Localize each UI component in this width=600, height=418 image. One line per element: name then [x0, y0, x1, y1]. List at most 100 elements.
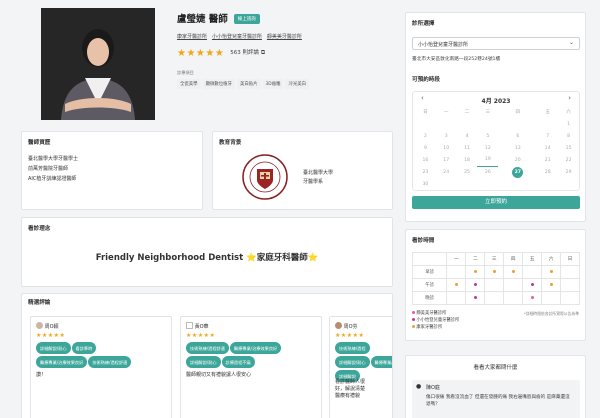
- qa-item[interactable]: ● 陳O庭 傷口很痛 我看沒流血了 但還在發腫的痛 我右邊嘴唇與齒的 是麻藥還沒…: [412, 380, 580, 418]
- clinic-dot: [530, 295, 534, 299]
- calendar-day: 12: [484, 145, 491, 151]
- calendar-day: 29: [565, 169, 572, 175]
- calendar-day: 2: [423, 133, 427, 139]
- clinic-select-value: 小小怡登兒童牙醫診所: [418, 42, 469, 48]
- service-tag: 美白貼片: [236, 79, 261, 89]
- review-tag: 技術熟練/過程舒適: [186, 342, 229, 354]
- qa-card: 看看大家都問什麼 ● 陳O庭 傷口很痛 我看沒流血了 但還在發腫的痛 我右邊嘴唇…: [405, 355, 586, 418]
- clinic-dot: [492, 269, 496, 273]
- review-author: 黃O華: [194, 324, 209, 330]
- service-tag: 全瓷美學: [177, 79, 201, 89]
- service-tag: 冷光美白: [285, 79, 310, 89]
- clinic-select[interactable]: 小小怡登兒童牙醫診所 ⌄: [412, 37, 580, 50]
- qualification-item: 前萬芳醫院牙醫師: [28, 166, 69, 172]
- calendar-day: 26: [484, 169, 491, 175]
- legend-label: 康家牙醫診所: [416, 325, 443, 330]
- calendar-day: 11: [464, 145, 470, 151]
- chevron-down-icon: ⌄: [568, 39, 574, 46]
- review-tag: 技術熟練/過程舒適: [88, 356, 132, 368]
- weekday-label: 二: [464, 110, 470, 115]
- clinic-link-kangjia[interactable]: 康家牙醫診所: [177, 34, 207, 40]
- rating-stars: ★★★★★: [177, 48, 225, 59]
- review-count[interactable]: 563 則評論: [230, 50, 259, 56]
- qa-question: 傷口很痛 我看沒流血了 但還在發腫的痛 我右邊嘴唇與齒的 是麻藥還沒退嗎？: [426, 395, 570, 407]
- reviews-card: 精選評論 周O穎 ★★★★★ 詳細解說/耐心 看診準時 醫療專業/治療效果良好 技術…: [21, 293, 393, 418]
- calendar-day: 22: [565, 157, 572, 163]
- qualification-item: AIC植牙訓練認證醫師: [28, 176, 77, 182]
- education-card: 教育背景 臺北醫學大學 牙醫學系: [212, 131, 393, 210]
- qa-title: 看看大家都問什麼: [473, 365, 518, 371]
- review-tags: 詳細解說/耐心 看診準時 醫療專業/治療效果良好 技術熟練/過程舒適: [36, 342, 171, 370]
- user-icon: ●: [416, 383, 422, 390]
- schedule-note: *詳細時間依各診所實際公告為準: [523, 311, 579, 316]
- calendar-day: 4: [465, 133, 469, 139]
- schedule-row-label: 午診: [411, 278, 448, 292]
- reviews-title: 精選評論: [28, 300, 51, 306]
- philosophy-title: 看診理念: [28, 226, 51, 232]
- weekday-label: 五: [545, 110, 551, 115]
- clinic-link-jingmei[interactable]: 靜美美牙醫診所: [267, 34, 302, 40]
- calendar-day: 15: [565, 145, 572, 151]
- calendar-day: 6: [516, 133, 520, 139]
- review-text: 醫師親切又有禮貌讓人很安心: [186, 372, 252, 378]
- service-tags: 全瓷美學 顯微數位植牙 美白貼片 3D齒雕 冷光美白: [177, 79, 311, 89]
- qa-author: 陳O庭: [426, 385, 440, 391]
- review-card[interactable]: 周O芬 ★★★★★ 技術熟練/過程 詳細解說/耐心醫療專業/治療 詳細解說 看診…: [329, 316, 392, 418]
- schedule-day: 三: [484, 252, 505, 266]
- calendar-day: 28: [544, 169, 551, 175]
- philosophy-text: Friendly Neighborhood Dentist ⭐家庭牙科醫師⭐: [95, 253, 319, 263]
- calendar-day: 19: [477, 154, 499, 167]
- schedule-table: 一 二 三 四 五 六 日 早診 午診 晚診: [411, 252, 580, 305]
- calendar-day: 13: [514, 145, 521, 151]
- review-author: 周O芬: [343, 324, 358, 330]
- calendar-day: 17: [443, 157, 450, 163]
- review-text: 讚！: [36, 372, 47, 378]
- review-tags: 技術熟練/過程 詳細解說/耐心醫療專業/治療 詳細解說: [335, 342, 392, 384]
- weekday-label: 三: [485, 110, 491, 115]
- weekday-label: 六: [566, 110, 571, 115]
- philosophy-card: 看診理念 Friendly Neighborhood Dentist ⭐家庭牙科…: [21, 217, 393, 287]
- clinic-dot: [473, 269, 477, 273]
- review-card[interactable]: 周O穎 ★★★★★ 詳細解說/耐心 看診準時 醫療專業/治療效果良好 技術熟練/過程…: [30, 316, 172, 418]
- department-name: 牙醫學系: [303, 179, 324, 185]
- review-tag: 技術熟練/過程: [335, 342, 370, 354]
- clinic-dot: [530, 282, 534, 286]
- external-link-icon[interactable]: ⧉: [261, 49, 265, 56]
- book-now-button[interactable]: 立即預約: [412, 196, 580, 209]
- schedule-day: 一: [446, 252, 467, 266]
- school-name: 臺北醫學大學: [303, 170, 334, 176]
- calendar-day: 18: [464, 157, 470, 163]
- legend-dot: [412, 325, 415, 328]
- calendar-day: 8: [567, 133, 571, 139]
- service-tag: 3D齒雕: [262, 79, 284, 89]
- review-card[interactable]: 黃O華 ★★★★★ 技術熟練/過程舒適 醫療專業/治療效果良好 詳細解說/耐心 診療…: [180, 316, 322, 418]
- qualification-item: 臺北醫學大學牙醫學士: [28, 156, 79, 162]
- review-tag: 醫療專業/治療: [370, 356, 392, 368]
- calendar-day: 14: [544, 145, 551, 151]
- calendar-day: 9: [423, 145, 427, 151]
- review-tag: 醫療專業/治療效果良好: [229, 342, 282, 354]
- clinic-links: 康家牙醫診所 小小怡登兒童牙醫診所 靜美美牙醫診所: [177, 33, 305, 40]
- calendar-day-selected[interactable]: 27: [498, 166, 537, 178]
- chevron-right-icon[interactable]: ›: [568, 94, 571, 102]
- legend-label: 靜美美牙醫診所: [416, 311, 447, 316]
- weekday-label: 四: [515, 110, 521, 115]
- clinic-select-label: 診所選擇: [412, 21, 435, 27]
- education-title: 教育背景: [219, 140, 242, 146]
- clinic-dot: [549, 282, 553, 286]
- calendar-day: 23: [422, 169, 429, 175]
- schedule-day: 六: [541, 252, 562, 266]
- review-tag: 詳細解說/耐心: [335, 356, 370, 368]
- calendar-day: 20: [514, 157, 521, 163]
- schedule-card: 看診時間 一 二 三 四 五 六 日 早診 午診 晚診 靜美美牙醫診所 小小怡登…: [405, 229, 586, 341]
- clinic-dot: [473, 295, 477, 299]
- calendar-day: 7: [546, 133, 550, 139]
- booking-card: 診所選擇 小小怡登兒童牙醫診所 ⌄ 臺北市大安區敦化南路一段252巷24號1樓 …: [405, 12, 586, 222]
- schedule-title: 看診時間: [412, 238, 435, 244]
- clinic-link-xiaoxiao[interactable]: 小小怡登兒童牙醫診所: [212, 34, 262, 40]
- schedule-row-label: 早診: [411, 265, 448, 279]
- schedule-day: 二: [465, 252, 486, 266]
- doctor-photo: [41, 8, 155, 120]
- online-consult-badge[interactable]: 線上諮詢: [233, 14, 260, 24]
- selected-day-circle[interactable]: 27: [512, 166, 524, 178]
